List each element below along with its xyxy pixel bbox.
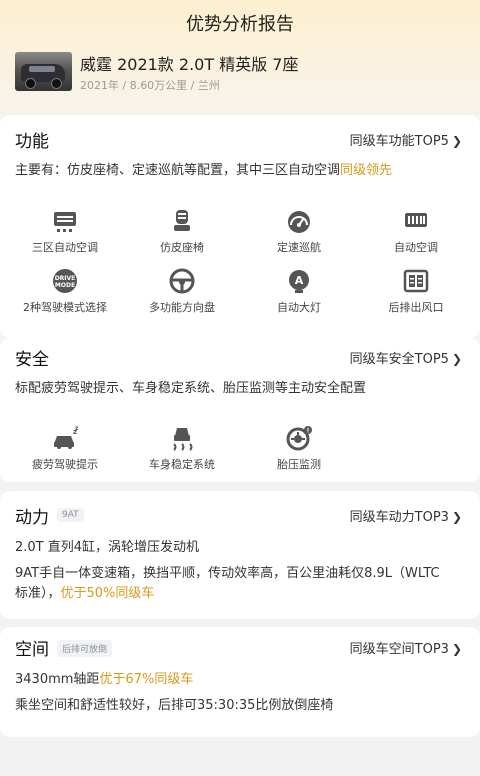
power-line2: 9AT手自一体变速箱，换挡平顺，传动效率高，百公里油耗仅8.9L（WLTC — [15, 566, 440, 581]
feature-label: 多功能方向盘 — [149, 301, 215, 314]
feature-item: 自动空调 — [356, 207, 476, 255]
chevron-right-icon: ❯ — [451, 352, 462, 366]
fatigue-warning-icon: zz — [51, 424, 79, 452]
feature-item: 后排出风口 — [356, 267, 476, 315]
feature-item: 定速巡航 — [239, 207, 359, 255]
rear-vent-icon — [402, 267, 430, 295]
speedometer-icon — [285, 207, 313, 235]
feature-label: 三区自动空调 — [32, 241, 98, 254]
drive-mode-icon: DRIVE MODE — [51, 267, 79, 295]
safety-card: 安全 同级车安全TOP5 ❯ 标配疲劳驾驶提示、车身稳定系统、胎压监测等主动安全配… — [0, 338, 480, 482]
safety-desc: 标配疲劳驾驶提示、车身稳定系统、胎压监测等主动安全配置 — [15, 381, 367, 396]
safety-top5-link[interactable]: 同级车安全TOP5 ❯ — [350, 348, 462, 367]
seat-icon — [168, 207, 196, 235]
svg-text:A: A — [295, 274, 304, 287]
feature-label: 自动大灯 — [277, 301, 321, 314]
space-line2: 乘坐空间和舒适性较好，后排可35:30:35比例放倒座椅 — [15, 698, 334, 713]
power-title: 动力 — [15, 508, 49, 528]
feature-label: 定速巡航 — [277, 241, 321, 254]
svg-text:!: ! — [307, 428, 310, 435]
feature-label: 车身稳定系统 — [149, 458, 215, 471]
svg-text:DRIVE: DRIVE — [55, 275, 76, 282]
feature-item: A 自动大灯 — [239, 267, 359, 315]
feature-item: 三区自动空调 — [5, 207, 125, 255]
function-card: 功能 同级车功能TOP5 ❯ 主要有：仿皮座椅、定速巡航等配置，其中三区自动空调同… — [0, 115, 480, 338]
stability-control-icon — [168, 424, 196, 452]
power-tag: 9AT — [57, 508, 84, 522]
safety-title: 安全 — [15, 350, 49, 370]
feature-item: 仿皮座椅 — [122, 207, 242, 255]
feature-label: 疲劳驾驶提示 — [32, 458, 98, 471]
steering-wheel-icon — [168, 267, 196, 295]
feature-label: 胎压监测 — [277, 458, 321, 471]
chevron-right-icon: ❯ — [451, 642, 462, 656]
ac-vent-icon — [51, 207, 79, 235]
feature-item: DRIVE MODE 2种驾驶模式选择 — [5, 267, 125, 315]
feature-item: ! 胎压监测 — [239, 424, 359, 472]
car-meta: 2021年 / 8.60万公里 / 兰州 — [80, 79, 220, 92]
function-desc: 主要有：仿皮座椅、定速巡航等配置，其中三区自动空调同级领先 — [15, 163, 393, 178]
svg-text:z: z — [75, 425, 79, 432]
power-card: 动力 9AT 同级车动力TOP3 ❯ 2.0T 直列4缸，涡轮增压发动机 9AT手… — [0, 491, 480, 619]
space-card: 空间 后排可放倒 同级车空间TOP3 ❯ 3430mm轴距优于67%同级车 乘坐空… — [0, 627, 480, 737]
tire-pressure-icon: ! — [285, 424, 313, 452]
headlight-icon: A — [285, 267, 313, 295]
feature-label: 自动空调 — [394, 241, 438, 254]
space-title: 空间 — [15, 640, 49, 660]
feature-label: 2种驾驶模式选择 — [23, 301, 107, 314]
power-line3: 标准），优于50%同级车 — [15, 586, 155, 601]
power-top3-link[interactable]: 同级车动力TOP3 ❯ — [350, 506, 462, 525]
feature-label: 仿皮座椅 — [160, 241, 204, 254]
page-title: 优势分析报告 — [186, 14, 294, 35]
car-thumbnail — [15, 52, 72, 91]
feature-item: 多功能方向盘 — [122, 267, 242, 315]
feature-item: 车身稳定系统 — [122, 424, 242, 472]
feature-item: zz 疲劳驾驶提示 — [5, 424, 125, 472]
auto-ac-icon — [402, 207, 430, 235]
function-top5-link[interactable]: 同级车功能TOP5 ❯ — [350, 130, 462, 149]
svg-text:MODE: MODE — [55, 282, 75, 289]
chevron-right-icon: ❯ — [451, 134, 462, 148]
car-name: 威霆 2021款 2.0T 精英版 7座 — [80, 55, 299, 74]
feature-label: 后排出风口 — [388, 301, 444, 314]
function-title: 功能 — [15, 132, 49, 152]
space-line1: 3430mm轴距优于67%同级车 — [15, 672, 194, 687]
chevron-right-icon: ❯ — [451, 510, 462, 524]
power-line1: 2.0T 直列4缸，涡轮增压发动机 — [15, 540, 200, 555]
space-tag: 后排可放倒 — [57, 640, 113, 657]
space-top3-link[interactable]: 同级车空间TOP3 ❯ — [350, 638, 462, 657]
